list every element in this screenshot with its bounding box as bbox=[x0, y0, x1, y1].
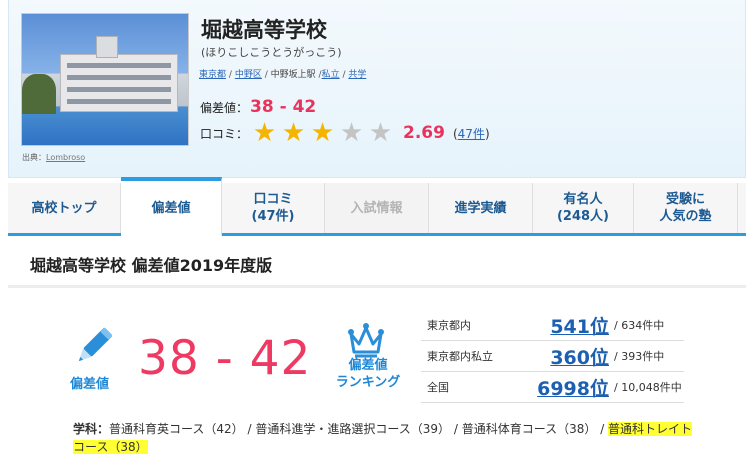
review-count: (47件) bbox=[452, 126, 490, 141]
tab-cram-schools[interactable]: 受験に 人気の塾 bbox=[634, 183, 738, 233]
hensachi-summary: 偏差値： 38 - 42 bbox=[200, 97, 316, 117]
ranking-table: 東京都内 541位 / 634件中 東京都内私立 360位 / 393件中 全国… bbox=[421, 310, 684, 403]
ranking-total: / 393件中 bbox=[614, 350, 665, 363]
tab-exam-info: 入試情報 bbox=[325, 183, 429, 233]
page-title: 堀越高等学校 偏差値2019年度版 bbox=[30, 256, 273, 275]
meta-separator: / bbox=[228, 70, 232, 80]
course-list-label: 学科： bbox=[73, 422, 110, 436]
photo-credit-link[interactable]: Lombroso bbox=[46, 153, 85, 162]
photo-credit: 出典：Lombroso bbox=[22, 152, 85, 163]
school-header: 出典：Lombroso 堀越高等学校 (ほりこしこうとうがっこう) 東京都 / … bbox=[8, 0, 746, 178]
ranking-row: 東京都内 541位 / 634件中 bbox=[421, 310, 684, 341]
school-kana: (ほりこしこうとうがっこう) bbox=[201, 46, 342, 59]
tab-top[interactable]: 高校トップ bbox=[8, 183, 121, 233]
tab-results[interactable]: 進学実績 bbox=[429, 183, 533, 233]
ward-link[interactable]: 中野区 bbox=[235, 70, 262, 80]
review-summary-label: 口コミ： bbox=[200, 126, 249, 141]
star-filled-icon: ★ bbox=[281, 118, 306, 148]
meta-separator: / bbox=[264, 70, 268, 80]
tab-reviews[interactable]: 口コミ (47件) bbox=[222, 183, 325, 233]
pencil-icon bbox=[78, 328, 112, 362]
ranking-label-line2: ランキング bbox=[335, 375, 401, 390]
tab-label: 高校トップ bbox=[31, 200, 97, 216]
tab-label: 偏差値 bbox=[151, 201, 191, 216]
review-summary: 口コミ： ★ ★ ★ ★ ★ 2.69 (47件) bbox=[200, 120, 490, 146]
review-count-link[interactable]: 47件 bbox=[458, 127, 485, 141]
tab-label: 有名人 (248人) bbox=[556, 192, 610, 224]
star-filled-icon: ★ bbox=[252, 118, 277, 148]
ranking-row: 東京都内私立 360位 / 393件中 bbox=[421, 341, 684, 372]
tab-label: 口コミ (47件) bbox=[251, 192, 295, 224]
rating-score: 2.69 bbox=[403, 123, 445, 143]
course-item: 普通科体育コース（38） bbox=[461, 422, 597, 436]
divider bbox=[8, 285, 746, 288]
tab-bar: 高校トップ 偏差値 口コミ (47件) 入試情報 進学実績 有名人 (248人)… bbox=[8, 177, 746, 236]
crown-icon bbox=[348, 323, 384, 358]
ranking-row: 全国 6998位 / 10,048件中 bbox=[421, 372, 684, 403]
prefecture-link[interactable]: 東京都 bbox=[199, 70, 226, 80]
ranking-total: / 634件中 bbox=[614, 319, 665, 332]
meta-separator: / bbox=[342, 70, 346, 80]
star-filled-icon: ★ bbox=[310, 118, 335, 148]
photo-tower bbox=[96, 36, 118, 58]
hensachi-range: 38 - 42 bbox=[138, 331, 312, 386]
course-list: 学科：普通科育英コース（42） / 普通科進学・進路選択コース（39） / 普通… bbox=[73, 422, 693, 454]
gender-link[interactable]: 共学 bbox=[348, 70, 366, 80]
ranking-label: 偏差値 ランキング bbox=[330, 357, 406, 391]
ranking-category: 東京都内私立 bbox=[427, 350, 493, 363]
ranking-category: 東京都内 bbox=[427, 319, 471, 332]
course-item: 普通科進学・進路選択コース（39） bbox=[255, 422, 451, 436]
ranking-position-link[interactable]: 360位 bbox=[513, 343, 609, 370]
tab-hensachi[interactable]: 偏差値 bbox=[121, 177, 222, 236]
hensachi-label: 偏差値 bbox=[70, 377, 110, 392]
star-empty-icon: ★ bbox=[339, 118, 364, 148]
tab-label: 入試情報 bbox=[350, 200, 403, 216]
photo-tree bbox=[22, 74, 56, 114]
hensachi-summary-value: 38 - 42 bbox=[250, 97, 317, 117]
photo-building bbox=[60, 54, 178, 112]
tab-celebrities[interactable]: 有名人 (248人) bbox=[533, 183, 634, 233]
ranking-category: 全国 bbox=[427, 381, 449, 394]
tab-label: 受験に 人気の塾 bbox=[659, 192, 712, 224]
tab-label: 進学実績 bbox=[454, 200, 507, 216]
school-name: 堀越高等学校 bbox=[201, 18, 327, 42]
hensachi-summary-label: 偏差値： bbox=[200, 101, 249, 115]
star-rating: ★ ★ ★ ★ ★ bbox=[250, 120, 395, 146]
photo-credit-label: 出典： bbox=[22, 153, 46, 162]
ranking-position-link[interactable]: 541位 bbox=[513, 312, 609, 339]
school-meta: 東京都 / 中野区 / 中野坂上駅 /私立 / 共学 bbox=[199, 67, 366, 80]
ranking-position-link[interactable]: 6998位 bbox=[513, 374, 609, 401]
ranking-label-line1: 偏差値 bbox=[348, 358, 388, 373]
station-text: 中野坂上駅 bbox=[270, 70, 316, 80]
ranking-total: / 10,048件中 bbox=[614, 381, 682, 394]
school-photo[interactable] bbox=[21, 13, 189, 146]
school-type-link[interactable]: 私立 bbox=[322, 70, 340, 80]
course-item: 普通科育英コース（42） bbox=[109, 422, 244, 436]
star-empty-icon: ★ bbox=[368, 118, 393, 148]
